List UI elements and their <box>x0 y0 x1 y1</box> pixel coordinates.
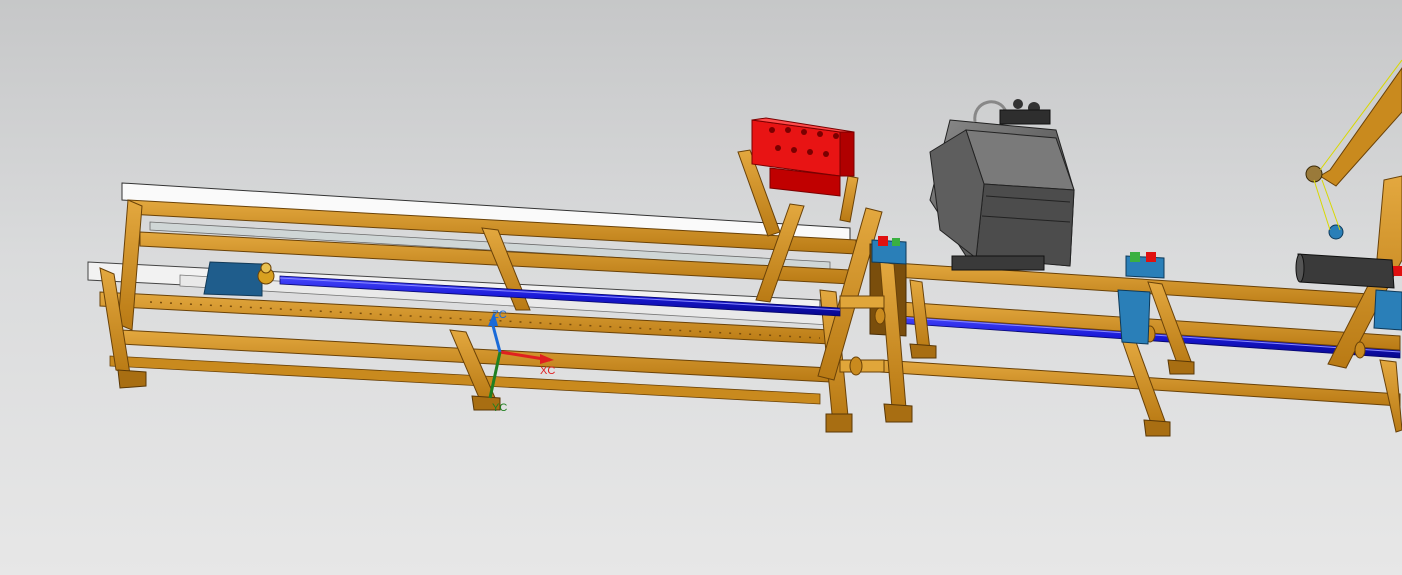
assembly-model[interactable]: XC YC ZC <box>0 0 1402 575</box>
axis-x-label: XC <box>540 365 555 377</box>
grey-gearbox[interactable] <box>929 99 1075 271</box>
red-junction-box[interactable] <box>751 117 855 197</box>
axis-z-label: ZC <box>492 309 507 321</box>
cad-viewport[interactable]: XC YC ZC <box>0 0 1402 575</box>
axis-y-label: YC <box>492 402 507 414</box>
